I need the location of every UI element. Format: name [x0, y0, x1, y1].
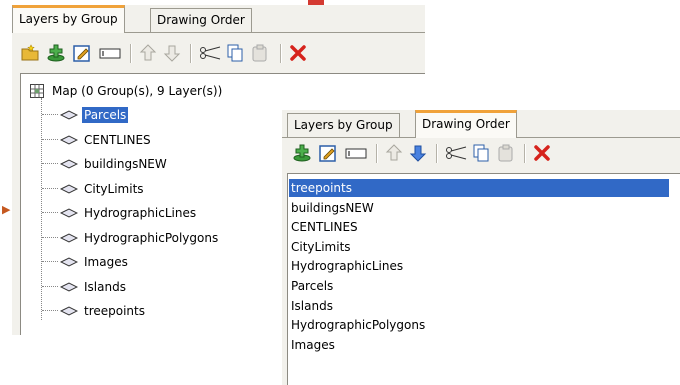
layer-icon	[60, 232, 78, 243]
tab-layers-by-group[interactable]: Layers by Group	[287, 113, 400, 137]
layer-icon	[60, 306, 78, 316]
layer-item[interactable]: CENTLINES	[42, 131, 153, 149]
layer-label: Parcels	[82, 107, 129, 123]
map-label: Map (0 Group(s), 9 Layer(s))	[52, 84, 223, 98]
layer-icon	[60, 134, 78, 145]
new-group-icon[interactable]	[20, 43, 40, 63]
add-layer-icon[interactable]	[292, 143, 312, 163]
tab-layers-by-group[interactable]: Layers by Group	[12, 5, 125, 33]
layer-item[interactable]: Images	[42, 253, 130, 271]
rename-icon[interactable]	[344, 143, 368, 163]
toolbar	[282, 138, 680, 168]
order-item[interactable]: HydrographicPolygons	[289, 316, 425, 334]
order-item[interactable]: CityLimits	[289, 238, 351, 256]
drawing-order-list[interactable]: treepoints buildingsNEW CENTLINES CityLimit…	[287, 173, 680, 385]
layer-icon	[60, 159, 78, 169]
move-up-icon[interactable]	[384, 143, 404, 163]
edit-properties-icon[interactable]	[72, 43, 92, 63]
layer-icon	[60, 257, 78, 267]
layer-label: Islands	[84, 279, 126, 294]
tab-drawing-order[interactable]: Drawing Order	[150, 8, 252, 32]
drawing-order-panel: Layers by Group Drawing Order treepoints…	[282, 110, 680, 385]
layer-label: CityLimits	[84, 181, 144, 196]
add-layer-icon[interactable]	[46, 43, 66, 63]
order-item[interactable]: Islands	[289, 297, 333, 315]
copy-icon[interactable]	[225, 43, 245, 63]
layer-label: HydrographicPolygons	[84, 230, 219, 245]
layer-item[interactable]: buildingsNEW	[42, 155, 169, 173]
layer-label: HydrographicLines	[84, 206, 197, 220]
layer-label: CENTLINES	[84, 132, 151, 147]
map-node[interactable]: Map (0 Group(s), 9 Layer(s))	[30, 82, 224, 100]
paste-icon[interactable]	[496, 143, 516, 163]
cut-icon[interactable]	[198, 43, 222, 63]
move-down-icon[interactable]	[162, 43, 182, 63]
delete-icon[interactable]	[288, 43, 308, 63]
move-up-icon[interactable]	[138, 43, 158, 63]
rename-icon[interactable]	[98, 43, 122, 63]
layer-item[interactable]: Parcels	[42, 106, 129, 124]
tab-drawing-order[interactable]: Drawing Order	[415, 110, 517, 138]
order-item[interactable]: Parcels	[289, 277, 333, 295]
layer-label: buildingsNEW	[84, 157, 167, 171]
move-down-icon[interactable]	[408, 143, 428, 163]
layer-item[interactable]: Islands	[42, 278, 128, 296]
cut-icon[interactable]	[444, 143, 468, 163]
order-item[interactable]: treepoints	[289, 179, 669, 197]
layer-icon	[60, 110, 78, 120]
order-item[interactable]: buildingsNEW	[289, 199, 374, 217]
layer-icon	[60, 208, 78, 218]
layer-icon	[60, 183, 78, 194]
layer-icon	[60, 281, 78, 292]
toolbar	[12, 38, 425, 68]
copy-icon[interactable]	[471, 143, 491, 163]
edit-properties-icon[interactable]	[318, 143, 338, 163]
layer-item[interactable]: treepoints	[42, 302, 147, 320]
layer-item[interactable]: CityLimits	[42, 180, 146, 198]
layer-item[interactable]: HydrographicLines	[42, 204, 198, 222]
paste-icon[interactable]	[250, 43, 270, 63]
layer-item[interactable]: HydrographicPolygons	[42, 229, 220, 247]
layer-label: Images	[84, 255, 128, 269]
map-icon	[30, 84, 44, 98]
order-item[interactable]: Images	[289, 336, 335, 354]
order-item[interactable]: HydrographicLines	[289, 257, 403, 275]
order-item[interactable]: CENTLINES	[289, 218, 358, 236]
side-arrow-icon: ▶	[2, 203, 11, 216]
layer-label: treepoints	[84, 304, 145, 318]
delete-icon[interactable]	[532, 143, 552, 163]
